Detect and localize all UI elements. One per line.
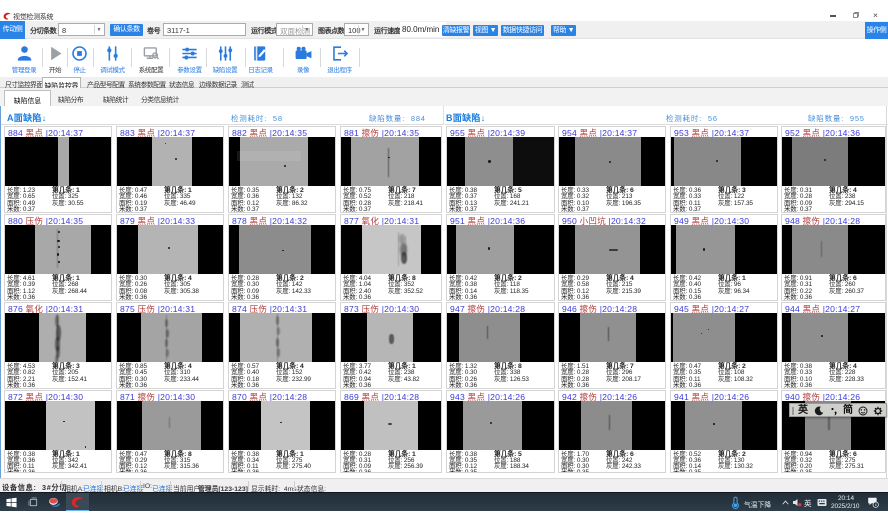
svg-text:6: 6 bbox=[875, 503, 877, 507]
